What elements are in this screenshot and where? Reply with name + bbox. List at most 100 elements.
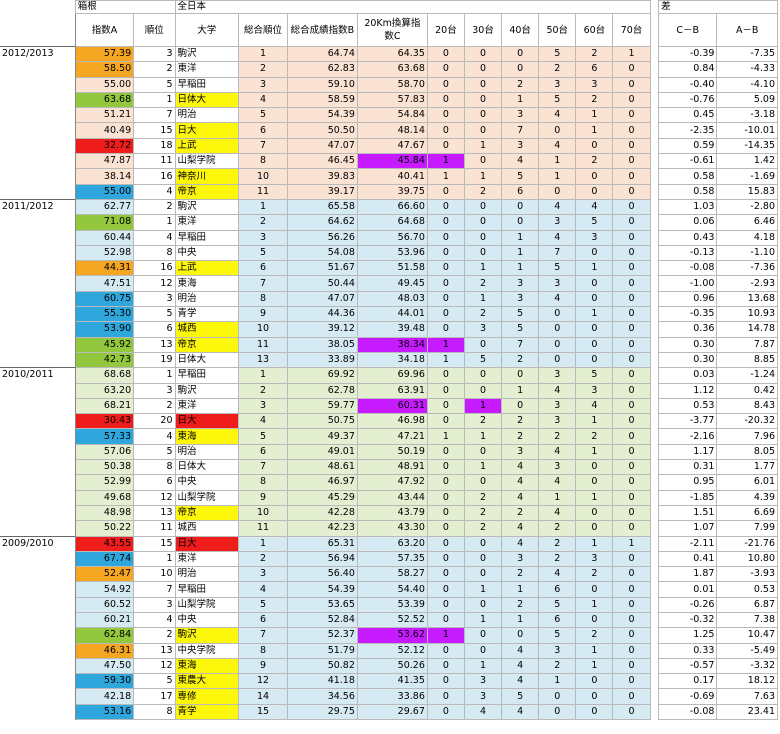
conv-20km-cell: 39.48 <box>356 321 428 338</box>
t60-cell: 0 <box>575 290 614 308</box>
t20-cell: 0 <box>426 550 465 568</box>
t60-cell: 2 <box>575 91 614 109</box>
conv-20km-cell: 58.27 <box>356 566 428 583</box>
rank-cell: 2 <box>133 61 176 78</box>
conv-20km-cell: 54.84 <box>356 107 428 124</box>
conv-20km-cell: 43.44 <box>356 489 428 506</box>
t20-cell: 0 <box>426 214 465 231</box>
conv-20km-cell: 43.79 <box>356 504 428 522</box>
total-rank-cell: 1 <box>238 535 288 552</box>
a-minus-b-cell: 7.96 <box>716 428 778 445</box>
rank-cell: 11 <box>133 520 176 537</box>
total-rank-cell: 8 <box>238 153 288 170</box>
t30-cell: 0 <box>463 566 503 583</box>
t40-cell: 4 <box>501 489 540 506</box>
t30-cell: 0 <box>463 367 503 384</box>
index-a-cell: 62.77 <box>74 198 135 216</box>
t50-cell: 5 <box>538 91 577 109</box>
t40-cell: 0 <box>501 397 540 415</box>
rank-cell: 3 <box>133 382 176 399</box>
gap-cell <box>649 536 660 552</box>
rank-cell: 3 <box>133 290 176 308</box>
t60-cell: 0 <box>575 336 614 353</box>
gap-cell <box>649 337 660 353</box>
total-rank-cell: 6 <box>238 611 288 629</box>
t60-cell: 1 <box>575 306 614 323</box>
university-cell: 城西 <box>174 520 240 537</box>
t60-cell: 6 <box>575 61 614 78</box>
gap-cell <box>649 490 660 506</box>
university-cell: 城西 <box>174 321 240 338</box>
university-cell: 駒沢 <box>174 198 240 216</box>
t70-cell: 0 <box>612 336 651 353</box>
table-row: 38.14 16 神奈川 10 39.83 40.41 1 1 5 1 0 0 0.58 -1.69 <box>0 168 778 185</box>
index-a-cell: 51.21 <box>74 107 135 124</box>
t20-cell: 0 <box>426 413 465 430</box>
t20-cell: 0 <box>426 45 465 63</box>
university-cell: 明治 <box>174 566 240 583</box>
total-rank-cell: 11 <box>238 336 288 353</box>
total-score-cell: 42.23 <box>286 520 358 537</box>
university-cell: 東洋 <box>174 61 240 78</box>
total-rank-cell: 11 <box>238 183 288 200</box>
t50-cell: 5 <box>538 260 577 277</box>
t30-cell: 0 <box>463 535 503 552</box>
a-minus-b-cell: -21.76 <box>716 535 778 552</box>
index-a-cell: 50.38 <box>74 459 135 476</box>
t30-cell: 1 <box>463 657 503 675</box>
t70-cell: 0 <box>612 198 651 216</box>
t60-cell: 4 <box>575 397 614 415</box>
total-score-cell: 39.17 <box>286 183 358 200</box>
gap-cell <box>649 566 660 582</box>
t60-cell: 0 <box>575 321 614 338</box>
total-rank-cell: 11 <box>238 520 288 537</box>
t30-cell: 1 <box>463 611 503 629</box>
t50-cell: 2 <box>538 428 577 445</box>
university-cell: 中央 <box>174 474 240 491</box>
rank-cell: 1 <box>133 550 176 568</box>
total-rank-cell: 2 <box>238 550 288 568</box>
t50-cell: 3 <box>538 214 577 231</box>
group-diff: 差 <box>658 0 778 14</box>
t20-cell: 0 <box>426 183 465 200</box>
total-score-cell: 52.37 <box>286 627 358 644</box>
university-cell: 帝京 <box>174 336 240 353</box>
gap-cell <box>649 77 660 93</box>
index-a-cell: 43.55 <box>74 535 135 552</box>
t30-cell: 2 <box>463 413 503 430</box>
t30-cell: 0 <box>463 61 503 78</box>
total-score-cell: 46.97 <box>286 474 358 491</box>
total-score-cell: 69.92 <box>286 367 358 384</box>
t30-cell: 2 <box>463 489 503 506</box>
university-cell: 日大 <box>174 413 240 430</box>
index-a-cell: 71.08 <box>74 214 135 231</box>
gap-cell <box>649 107 660 123</box>
header-c-minus-b: C－B <box>658 13 718 47</box>
gap-cell <box>649 704 660 720</box>
c-minus-b-cell: -0.61 <box>658 153 718 170</box>
index-a-cell: 52.99 <box>74 474 135 491</box>
table-row: 51.21 7 明治 5 54.39 54.84 0 0 3 4 1 0 0.45 -3.18 <box>0 107 778 124</box>
table-row: 55.00 5 早稲田 3 59.10 58.70 0 0 2 3 3 0 -0.40 -4.10 <box>0 76 778 93</box>
c-minus-b-cell: -0.26 <box>658 596 718 613</box>
t50-cell: 5 <box>538 627 577 644</box>
index-a-cell: 42.18 <box>74 688 135 705</box>
t40-cell: 4 <box>501 153 540 170</box>
total-rank-cell: 8 <box>238 642 288 659</box>
rank-cell: 8 <box>133 459 176 476</box>
gap-cell <box>649 122 660 139</box>
rank-cell: 12 <box>133 275 176 292</box>
conv-20km-cell: 64.35 <box>356 45 428 63</box>
c-minus-b-cell: -0.40 <box>658 76 718 93</box>
index-a-cell: 62.84 <box>74 627 135 644</box>
a-minus-b-cell: 8.43 <box>716 397 778 415</box>
t30-cell: 0 <box>463 122 503 139</box>
gap-cell <box>649 245 660 261</box>
index-a-cell: 67.74 <box>74 550 135 568</box>
t50-cell: 0 <box>538 306 577 323</box>
t60-cell: 3 <box>575 229 614 246</box>
t60-cell: 0 <box>575 351 614 369</box>
table-row: 49.68 12 山梨学院 9 45.29 43.44 0 2 4 1 1 0 -1.85 4.39 <box>0 489 778 506</box>
total-rank-cell: 9 <box>238 306 288 323</box>
index-a-cell: 47.87 <box>74 153 135 170</box>
